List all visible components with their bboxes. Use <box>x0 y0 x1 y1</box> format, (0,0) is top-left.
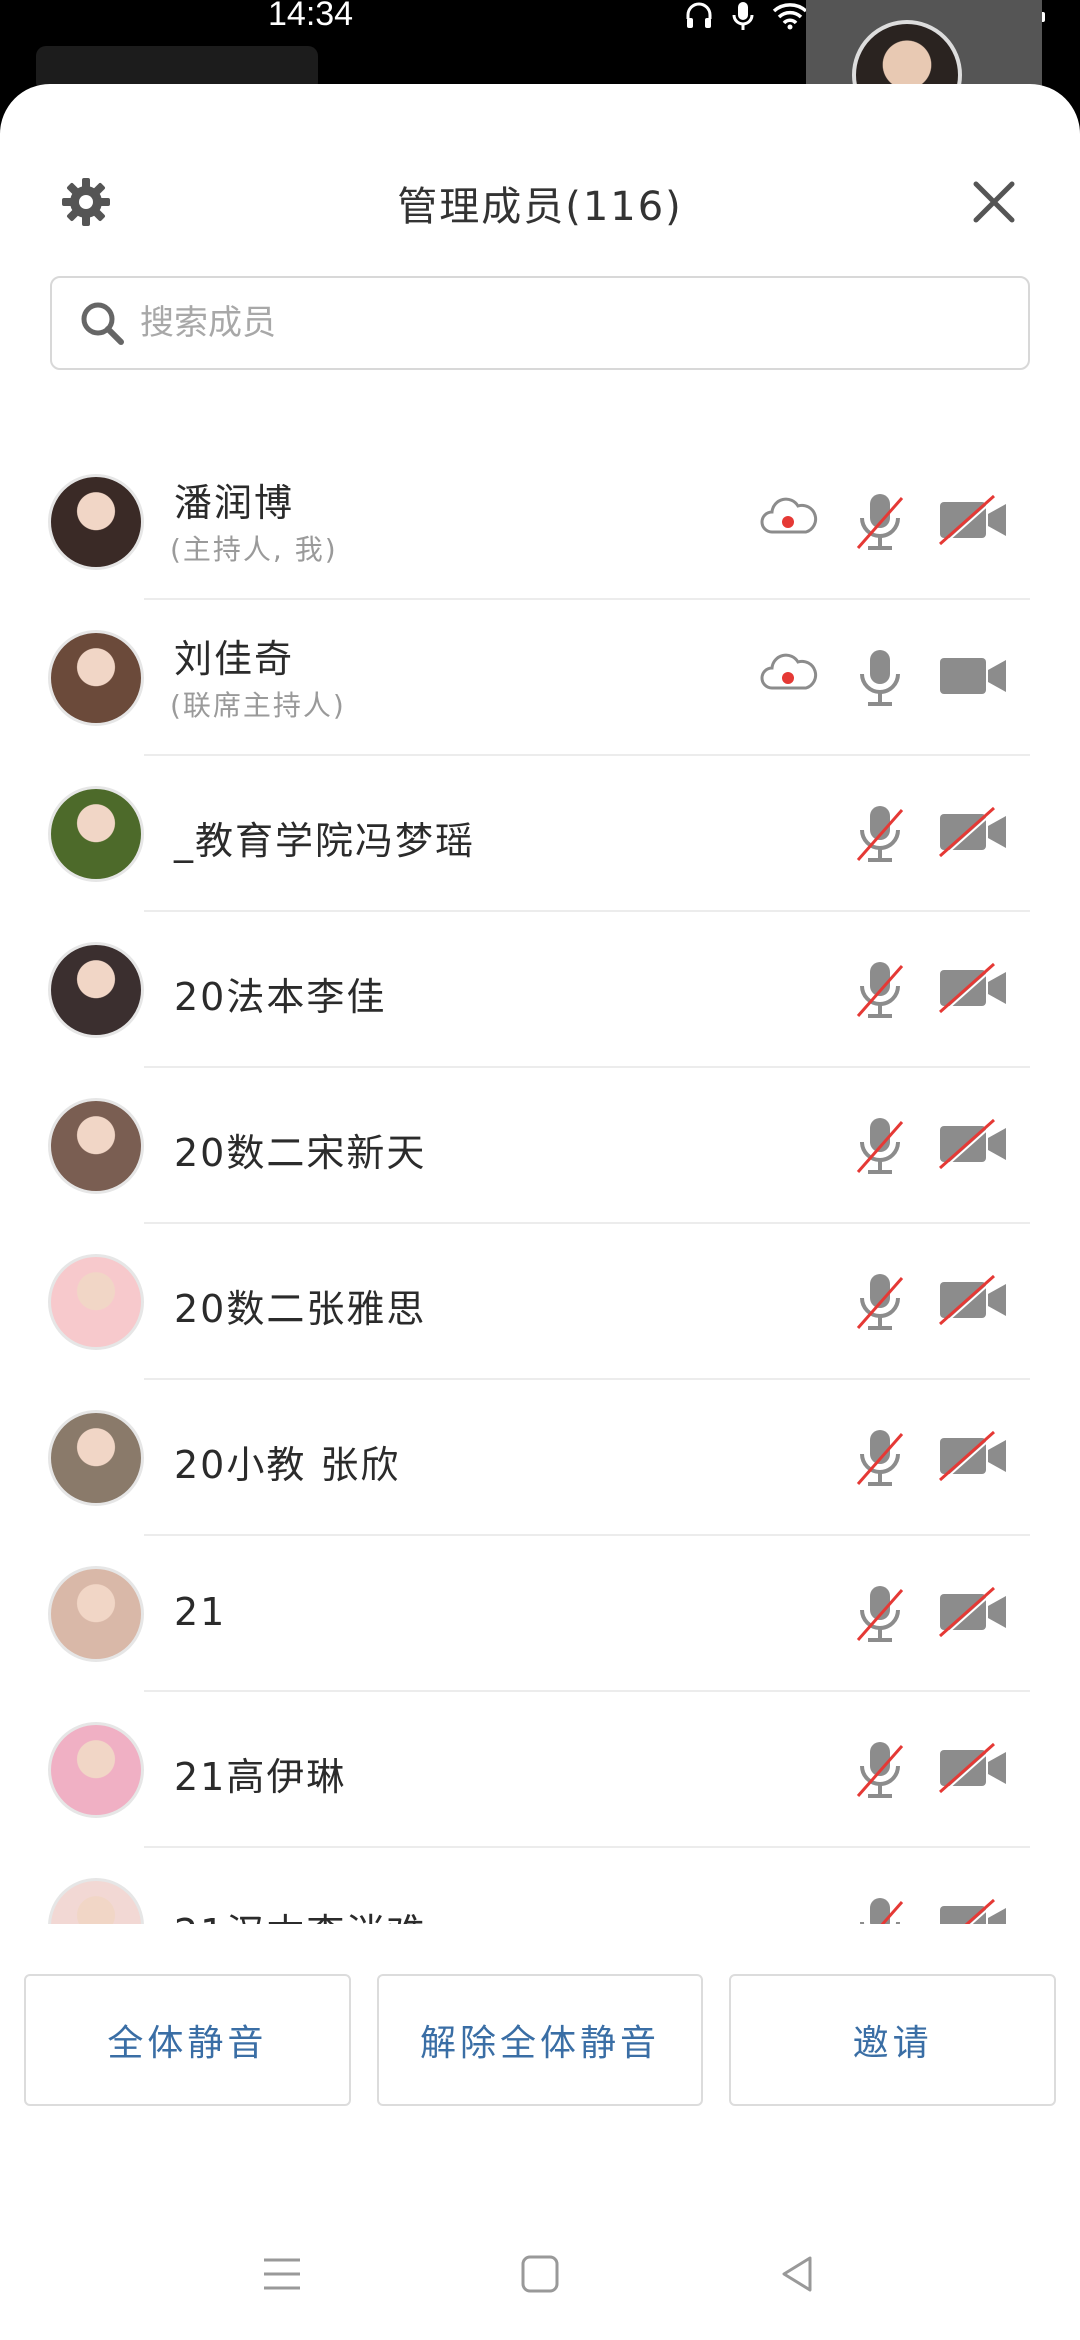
nav-home-button[interactable] <box>500 2234 580 2314</box>
invite-button[interactable]: 邀请 <box>729 1974 1057 2106</box>
member-row[interactable]: 21 <box>0 1536 1080 1692</box>
camera-off-icon[interactable] <box>936 1582 1012 1642</box>
nav-menu-button[interactable] <box>242 2234 322 2314</box>
avatar <box>48 474 144 570</box>
member-name: 20小教 张欣 <box>174 1443 401 1487</box>
avatar <box>48 1254 144 1350</box>
camera-off-icon[interactable] <box>936 1270 1012 1330</box>
avatar <box>48 1098 144 1194</box>
mic-muted-icon[interactable] <box>852 1426 908 1490</box>
avatar <box>48 1410 144 1506</box>
member-row[interactable]: 刘佳奇 (联席主持人) <box>0 600 1080 756</box>
camera-off-icon[interactable] <box>936 1426 1012 1486</box>
camera-off-icon[interactable] <box>936 958 1012 1018</box>
mic-muted-icon[interactable] <box>852 1894 908 1924</box>
avatar <box>48 942 144 1038</box>
member-name: 刘佳奇 <box>174 637 295 681</box>
cloud-recording-icon <box>758 646 818 706</box>
wifi-icon <box>772 3 808 30</box>
member-name: _教育学院冯梦瑶 <box>174 819 476 863</box>
search-box[interactable] <box>50 276 1030 370</box>
camera-off-icon[interactable] <box>936 1894 1012 1924</box>
member-row[interactable]: 潘润博 (主持人, 我) <box>0 444 1080 600</box>
member-row[interactable]: 20小教 张欣 <box>0 1380 1080 1536</box>
system-nav-bar <box>0 2200 1080 2340</box>
member-name: 20法本李佳 <box>174 975 387 1019</box>
mic-muted-icon[interactable] <box>852 1738 908 1802</box>
member-row[interactable]: _教育学院冯梦瑶 <box>0 756 1080 912</box>
action-bar: 全体静音 解除全体静音 邀请 <box>24 1974 1057 2106</box>
member-role: (联席主持人) <box>170 689 346 722</box>
mute-all-button[interactable]: 全体静音 <box>24 1974 351 2106</box>
avatar <box>48 1566 144 1662</box>
close-icon <box>973 181 1015 223</box>
status-time: 14:34 <box>268 0 354 33</box>
nav-back-button[interactable] <box>758 2234 838 2314</box>
page-title: 管理成员(116) <box>397 184 683 230</box>
member-name: 20数二张雅思 <box>174 1287 427 1331</box>
mic-muted-icon[interactable] <box>852 490 908 554</box>
camera-off-icon[interactable] <box>936 1738 1012 1798</box>
mic-muted-icon[interactable] <box>852 1270 908 1334</box>
member-row[interactable]: 20法本李佳 <box>0 912 1080 1068</box>
camera-icon[interactable] <box>936 646 1012 706</box>
avatar <box>48 786 144 882</box>
member-name: 21汉本李消难 <box>174 1902 426 1924</box>
unmute-all-button[interactable]: 解除全体静音 <box>376 1974 704 2106</box>
back-icon <box>782 2256 812 2292</box>
member-name: 潘润博 <box>174 481 295 525</box>
mic-muted-icon[interactable] <box>852 802 908 866</box>
close-button[interactable] <box>964 172 1024 232</box>
headphones-icon <box>686 2 712 28</box>
member-name: 21高伊琳 <box>174 1755 347 1799</box>
microphone-status-icon <box>732 2 754 30</box>
avatar <box>48 1722 144 1818</box>
home-icon <box>521 2255 559 2293</box>
sheet-header: 管理成员(116) <box>0 84 1080 234</box>
camera-off-icon[interactable] <box>936 490 1012 550</box>
camera-off-icon[interactable] <box>936 802 1012 862</box>
member-name: 21 <box>174 1590 227 1634</box>
cloud-recording-icon <box>758 490 818 550</box>
menu-icon <box>264 2258 300 2290</box>
member-row[interactable]: 21汉本李消难 <box>0 1848 1080 1924</box>
search-input[interactable] <box>140 303 1000 343</box>
mic-icon[interactable] <box>852 646 908 710</box>
mic-muted-icon[interactable] <box>852 958 908 1022</box>
member-row[interactable]: 21高伊琳 <box>0 1692 1080 1848</box>
mic-muted-icon[interactable] <box>852 1114 908 1178</box>
member-role: (主持人, 我) <box>170 533 338 566</box>
mic-muted-icon[interactable] <box>852 1582 908 1646</box>
member-row[interactable]: 20数二宋新天 <box>0 1068 1080 1224</box>
member-row[interactable]: 20数二张雅思 <box>0 1224 1080 1380</box>
search-icon <box>81 302 124 345</box>
camera-off-icon[interactable] <box>936 1114 1012 1174</box>
avatar <box>48 630 144 726</box>
member-list[interactable]: 潘润博 (主持人, 我) 刘佳奇 (联席主持人) _教育学院冯梦瑶 20法本李佳… <box>0 444 1080 1924</box>
avatar <box>48 1878 144 1924</box>
member-name: 20数二宋新天 <box>174 1131 427 1175</box>
manage-members-sheet: 管理成员(116) 潘润博 (主持人, 我) <box>0 84 1080 2340</box>
